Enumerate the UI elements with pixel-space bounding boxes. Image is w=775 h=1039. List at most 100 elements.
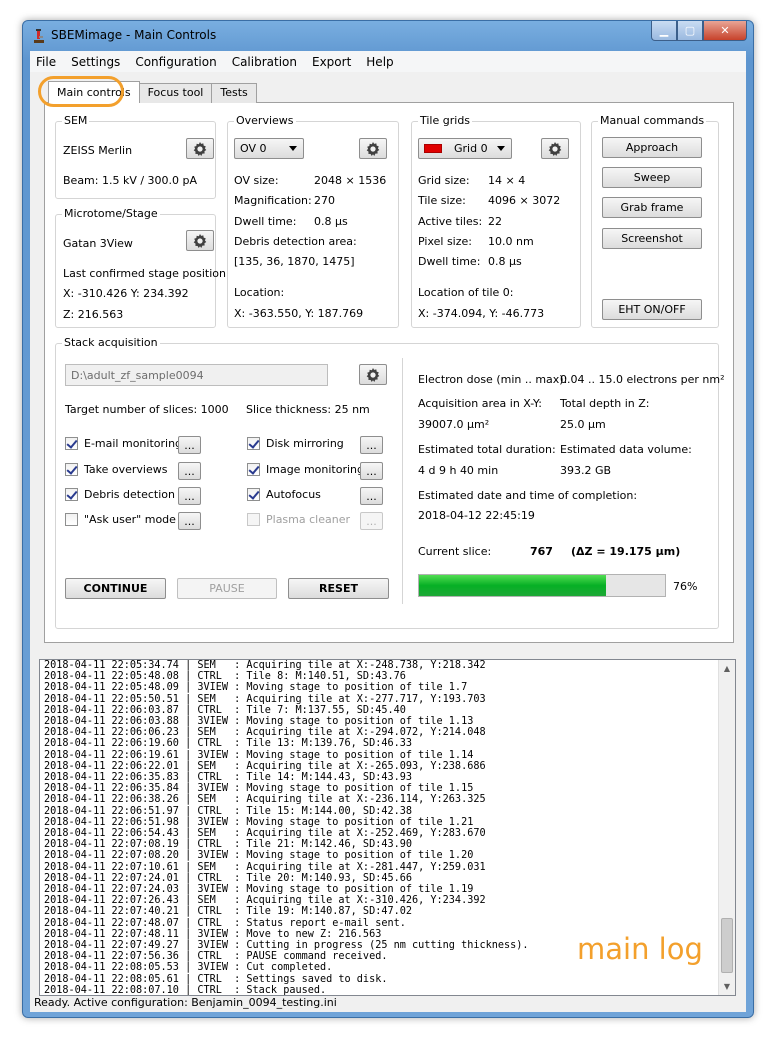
stack-path-field[interactable]: D:\adult_zf_sample0094 [65, 364, 328, 386]
log-line: 2018-04-11 22:07:48.11 | 3VIEW : Move to… [44, 928, 382, 940]
tab-main-controls[interactable]: Main controls [48, 81, 140, 103]
log-line: 2018-04-11 22:08:05.53 | 3VIEW : Cut com… [44, 962, 333, 974]
stack-settings-button[interactable] [359, 364, 387, 385]
autofocus-checkbox[interactable]: Autofocus [247, 488, 321, 501]
checkbox-unchecked-icon [65, 513, 78, 526]
menu-bar: File Settings Configuration Calibration … [30, 51, 746, 72]
ov-settings-button[interactable] [359, 138, 387, 159]
tilegrids-group-title: Tile grids [418, 114, 473, 127]
maximize-button[interactable]: ▢ [677, 21, 703, 41]
current-slice-value: 767 [530, 545, 553, 558]
title-bar[interactable]: SBEMimage - Main Controls ▁ ▢ ✕ [23, 21, 753, 51]
ov-location-label: Location: [234, 286, 285, 299]
checkbox-checked-icon [65, 437, 78, 450]
microtome-group-title: Microtome/Stage [62, 207, 160, 220]
stack-acquisition-group: Stack acquisition D:\adult_zf_sample0094… [55, 336, 725, 629]
email-monitoring-label: E-mail monitoring [84, 437, 183, 450]
grab-frame-button[interactable]: Grab frame [602, 197, 702, 218]
minimize-icon: ▁ [659, 24, 669, 37]
stack-progress-fill [419, 575, 606, 596]
autofocus-label: Autofocus [266, 488, 321, 501]
ov-size-label: OV size: [234, 174, 279, 187]
scroll-up-icon[interactable]: ▲ [719, 660, 735, 677]
ask-user-mode-checkbox[interactable]: "Ask user" mode [65, 513, 176, 526]
ov-dwell-label: Dwell time: [234, 215, 297, 228]
sem-beam: Beam: 1.5 kV / 300.0 pA [63, 174, 198, 187]
ov-mag: 270 [314, 194, 335, 207]
autofocus-settings-button[interactable]: ... [360, 487, 383, 505]
gear-icon [366, 367, 380, 382]
minimize-button[interactable]: ▁ [651, 21, 677, 41]
log-line: 2018-04-11 22:07:10.61 | SEM : Acquiring… [44, 861, 486, 873]
take-overviews-settings-button[interactable]: ... [178, 462, 201, 480]
take-overviews-checkbox[interactable]: Take overviews [65, 463, 167, 476]
debris-area-label: Debris detection area: [234, 235, 357, 248]
slice-thickness: Slice thickness: 25 nm [246, 403, 370, 416]
log-line: 2018-04-11 22:06:03.88 | 3VIEW : Moving … [44, 716, 474, 728]
gear-icon [193, 233, 207, 248]
menu-help[interactable]: Help [360, 55, 399, 69]
last-position-label: Last confirmed stage position: [63, 267, 230, 280]
ov-location: X: -363.550, Y: 187.769 [234, 307, 364, 320]
sweep-button[interactable]: Sweep [602, 167, 702, 188]
close-button[interactable]: ✕ [703, 21, 747, 41]
ov-select[interactable]: OV 0 [234, 138, 304, 159]
grid-size: 14 × 4 [488, 174, 526, 187]
checkbox-checked-icon [65, 463, 78, 476]
close-icon: ✕ [720, 24, 730, 37]
maximize-icon: ▢ [684, 24, 696, 37]
eht-onoff-button[interactable]: EHT ON/OFF [602, 299, 702, 320]
menu-configuration[interactable]: Configuration [129, 55, 222, 69]
log-line: 2018-04-11 22:07:56.36 | CTRL : PAUSE co… [44, 951, 388, 963]
continue-button[interactable]: CONTINUE [65, 578, 166, 599]
delta-z-value: (ΔZ = 19.175 µm) [571, 545, 681, 558]
debris-area: [135, 36, 1870, 1475] [234, 255, 355, 268]
reset-button[interactable]: RESET [288, 578, 389, 599]
area-label: Acquisition area in X-Y: [418, 397, 542, 410]
status-bar: Ready. Active configuration: Benjamin_00… [34, 996, 337, 1009]
dose-value: 0.04 .. 15.0 electrons per nm² [560, 373, 725, 386]
ov-size: 2048 × 1536 [314, 174, 387, 187]
gear-icon [548, 141, 562, 156]
log-line: 2018-04-11 22:07:26.43 | SEM : Acquiring… [44, 895, 486, 907]
tab-focus-tool[interactable]: Focus tool [138, 83, 213, 103]
grid-dwell-label: Dwell time: [418, 255, 481, 268]
tile0-location-label: Location of tile 0: [418, 286, 514, 299]
scroll-thumb[interactable] [721, 918, 733, 973]
menu-settings[interactable]: Settings [65, 55, 126, 69]
grid-select[interactable]: Grid 0 [418, 138, 512, 159]
email-monitoring-checkbox[interactable]: E-mail monitoring [65, 437, 182, 450]
microtome-settings-button[interactable] [186, 230, 214, 251]
menu-calibration[interactable]: Calibration [226, 55, 303, 69]
stack-acquisition-title: Stack acquisition [62, 336, 160, 349]
log-lines: 2018-04-11 22:05:34.74 | SEM : Acquiring… [44, 660, 529, 995]
ask-user-mode-settings-button[interactable]: ... [178, 512, 201, 530]
plasma-cleaner-label: Plasma cleaner [266, 513, 350, 526]
debris-detection-checkbox[interactable]: Debris detection [65, 488, 175, 501]
email-monitoring-settings-button[interactable]: ... [178, 436, 201, 454]
screenshot-button[interactable]: Screenshot [602, 228, 702, 249]
pixel-size: 10.0 nm [488, 235, 534, 248]
debris-detection-settings-button[interactable]: ... [178, 487, 201, 505]
disk-mirroring-checkbox[interactable]: Disk mirroring [247, 437, 344, 450]
log-line: 2018-04-11 22:06:35.84 | 3VIEW : Moving … [44, 783, 474, 795]
disk-mirroring-settings-button[interactable]: ... [360, 436, 383, 454]
image-monitoring-settings-button[interactable]: ... [360, 462, 383, 480]
ov-mag-label: Magnification: [234, 194, 312, 207]
image-monitoring-checkbox[interactable]: Image monitoring [247, 463, 364, 476]
stack-divider [402, 358, 403, 604]
active-tiles: 22 [488, 215, 502, 228]
microscope-app-icon [34, 29, 44, 43]
sem-group: SEM ZEISS Merlin Beam: 1.5 kV / 300.0 pA [55, 114, 216, 199]
main-window: SBEMimage - Main Controls ▁ ▢ ✕ File Set… [22, 20, 754, 1018]
menu-export[interactable]: Export [306, 55, 357, 69]
tile0-location: X: -374.094, Y: -46.773 [418, 307, 545, 320]
menu-file[interactable]: File [30, 55, 62, 69]
log-scrollbar[interactable]: ▲ ▼ [718, 660, 735, 995]
tab-tests[interactable]: Tests [211, 83, 257, 103]
ov-select-value: OV 0 [240, 142, 267, 155]
grid-settings-button[interactable] [541, 138, 569, 159]
approach-button[interactable]: Approach [602, 137, 702, 158]
sem-settings-button[interactable] [186, 138, 214, 159]
log-line: 2018-04-11 22:05:48.09 | 3VIEW : Moving … [44, 682, 468, 694]
